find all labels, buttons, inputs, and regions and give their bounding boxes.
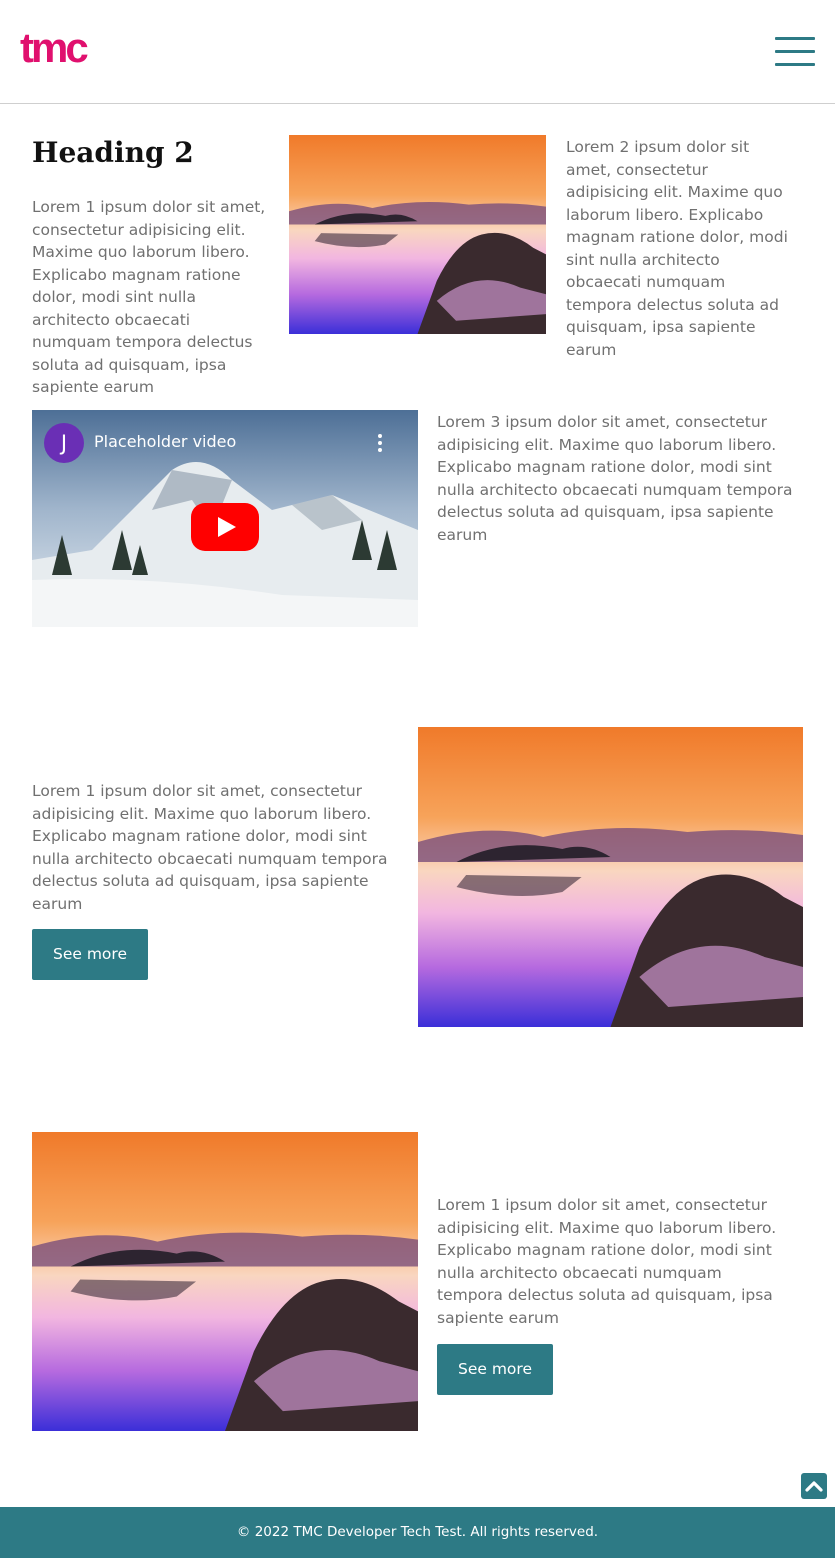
sunset-lake-image	[289, 135, 546, 334]
video-title[interactable]: Placeholder video	[94, 432, 236, 451]
sunset-lake-image	[418, 727, 803, 1027]
embedded-video-player[interactable]: J Placeholder video	[32, 410, 418, 627]
site-footer: © 2022 TMC Developer Tech Test. All righ…	[0, 1507, 835, 1558]
back-to-top-button[interactable]	[801, 1473, 827, 1499]
sunset-lake-image	[32, 1132, 418, 1431]
chevron-up-icon	[805, 1481, 823, 1492]
hamburger-menu-icon[interactable]	[775, 37, 815, 67]
intro-text-left: Lorem 1 ipsum dolor sit amet, consectetu…	[32, 198, 266, 396]
intro-text-right: Lorem 2 ipsum dolor sit amet, consectetu…	[566, 138, 788, 359]
tmc-logo[interactable]: tmc	[20, 26, 89, 70]
site-header: tmc	[0, 0, 835, 104]
copyright-text: © 2022 TMC Developer Tech Test. All righ…	[236, 1524, 599, 1540]
more-options-icon[interactable]	[370, 433, 390, 455]
page-heading: Heading 2	[32, 136, 194, 169]
video-description-text: Lorem 3 ipsum dolor sit amet, consectetu…	[437, 413, 793, 544]
see-more-button[interactable]: See more	[437, 1344, 553, 1395]
channel-avatar[interactable]: J	[44, 423, 84, 463]
see-more-button[interactable]: See more	[32, 929, 148, 980]
feature1-text: Lorem 1 ipsum dolor sit amet, consectetu…	[32, 782, 388, 913]
play-button-icon[interactable]	[191, 503, 259, 551]
feature2-text: Lorem 1 ipsum dolor sit amet, consectetu…	[437, 1196, 777, 1327]
